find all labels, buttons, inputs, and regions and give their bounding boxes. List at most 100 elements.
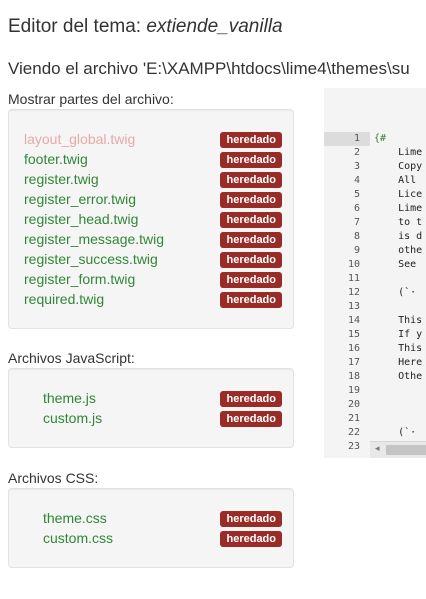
line-number: 16	[347, 343, 360, 354]
code-line[interactable]: All	[374, 174, 426, 188]
file-path-heading: Viendo el archivo 'E:\XAMPP\htdocs\lime4…	[8, 59, 410, 78]
inherited-badge: heredado	[220, 511, 282, 527]
page-title: Editor del tema: extiende_vanilla	[8, 16, 283, 38]
file-link[interactable]: custom.js	[43, 410, 102, 426]
inherited-badge: heredado	[220, 292, 282, 308]
js-files-panel: theme.js heredado custom.js heredado	[8, 368, 294, 448]
line-number: 5	[353, 189, 360, 200]
code-line[interactable]: Lime	[374, 146, 426, 160]
file-link[interactable]: theme.js	[43, 390, 96, 406]
code-line[interactable]: See	[374, 258, 426, 272]
line-number: 18	[347, 371, 360, 382]
code-line[interactable]: to t	[374, 216, 426, 230]
css-files-label: Archivos CSS:	[8, 470, 99, 486]
line-number: 9	[353, 245, 360, 256]
code-line[interactable]: (`·	[374, 426, 426, 440]
inherited-badge: heredado	[220, 272, 282, 288]
code-line[interactable]: If y	[374, 328, 426, 342]
line-number: 20	[347, 399, 360, 410]
file-row[interactable]: custom.js heredado	[24, 409, 282, 429]
code-line[interactable]: Lice	[374, 188, 426, 202]
file-link[interactable]: footer.twig	[24, 151, 88, 167]
code-line[interactable]	[374, 272, 426, 286]
line-number: 22	[347, 427, 360, 438]
scroll-left-icon[interactable]: ◂	[375, 444, 380, 454]
code-line[interactable]: is d	[374, 230, 426, 244]
code-line[interactable]	[374, 384, 426, 398]
inherited-badge: heredado	[220, 252, 282, 268]
file-row[interactable]: theme.js heredado	[24, 389, 282, 409]
inherited-badge: heredado	[220, 391, 282, 407]
file-row[interactable]: register.twig heredado	[24, 170, 282, 190]
file-link[interactable]: custom.css	[43, 530, 113, 546]
line-number: 12	[347, 287, 360, 298]
inherited-badge: heredado	[220, 212, 282, 228]
file-link[interactable]: register.twig	[24, 171, 99, 187]
file-row[interactable]: layout_global.twig heredado	[24, 130, 282, 150]
code-line[interactable]: othe	[374, 244, 426, 258]
code-line[interactable]: (`·	[374, 286, 426, 300]
code-line[interactable]: This	[374, 314, 426, 328]
line-number: 13	[347, 301, 360, 312]
line-number: 17	[347, 357, 360, 368]
horizontal-scrollbar[interactable]: ◂	[370, 441, 426, 458]
file-link[interactable]: register_message.twig	[24, 231, 164, 247]
line-number: 21	[347, 413, 360, 424]
code-editor[interactable]: 1 2 3 4 5 6 7 8 9 10 11 12 13 14 15 16 17 18 19 20 21 22 23 {#…	[324, 88, 426, 458]
file-row[interactable]: register_success.twig heredado	[24, 250, 282, 270]
inherited-badge: heredado	[220, 152, 282, 168]
line-number: 4	[353, 175, 360, 186]
code-line[interactable]: Lime	[374, 202, 426, 216]
line-number: 10	[347, 259, 360, 270]
code-line[interactable]	[374, 300, 426, 314]
line-number: 6	[353, 203, 360, 214]
file-row[interactable]: register_message.twig heredado	[24, 230, 282, 250]
line-number: 7	[353, 217, 360, 228]
line-number-gutter: 1 2 3 4 5 6 7 8 9 10 11 12 13 14 15 16 17 18 19 20 21 22 23	[324, 132, 370, 454]
file-link[interactable]: register_head.twig	[24, 211, 138, 227]
file-row[interactable]: footer.twig heredado	[24, 150, 282, 170]
code-line[interactable]: {#	[374, 132, 426, 146]
line-number: 11	[347, 273, 360, 284]
layout-files-panel: layout_global.twig heredado footer.twig her…	[8, 109, 294, 329]
line-number: 19	[347, 385, 360, 396]
line-number: 1	[324, 132, 370, 146]
inherited-badge: heredado	[220, 411, 282, 427]
css-files-panel: theme.css heredado custom.css heredado	[8, 488, 294, 568]
file-row[interactable]: required.twig heredado	[24, 290, 282, 310]
code-line[interactable]: Here	[374, 356, 426, 370]
file-link[interactable]: theme.css	[43, 510, 107, 526]
code-line[interactable]	[374, 398, 426, 412]
code-line[interactable]: Othe	[374, 370, 426, 384]
line-number: 3	[353, 161, 360, 172]
js-files-label: Archivos JavaScript:	[8, 350, 135, 366]
layout-files-label: Mostrar partes del archivo:	[8, 91, 174, 107]
inherited-badge: heredado	[220, 132, 282, 148]
inherited-badge: heredado	[220, 232, 282, 248]
file-row[interactable]: theme.css heredado	[24, 509, 282, 529]
file-row[interactable]: register_head.twig heredado	[24, 210, 282, 230]
code-line[interactable]: Copy	[374, 160, 426, 174]
file-row[interactable]: custom.css heredado	[24, 529, 282, 549]
scrollbar-thumb[interactable]	[386, 445, 426, 455]
file-link[interactable]: layout_global.twig	[24, 131, 135, 147]
line-number: 8	[353, 231, 360, 242]
title-prefix: Editor del tema:	[8, 16, 147, 37]
line-number: 23	[347, 441, 360, 452]
file-link[interactable]: register_success.twig	[24, 251, 158, 267]
inherited-badge: heredado	[220, 192, 282, 208]
line-number: 14	[347, 315, 360, 326]
code-line[interactable]: This	[374, 342, 426, 356]
line-number: 2	[353, 147, 360, 158]
code-area[interactable]: {# Lime Copy All Lice Lime to t is d oth…	[374, 132, 426, 454]
inherited-badge: heredado	[220, 531, 282, 547]
file-row[interactable]: register_form.twig heredado	[24, 270, 282, 290]
file-link[interactable]: register_form.twig	[24, 271, 135, 287]
file-row[interactable]: register_error.twig heredado	[24, 190, 282, 210]
line-number: 15	[347, 329, 360, 340]
inherited-badge: heredado	[220, 172, 282, 188]
code-line[interactable]	[374, 412, 426, 426]
file-link[interactable]: register_error.twig	[24, 191, 136, 207]
theme-name: extiende_vanilla	[146, 16, 283, 37]
file-link[interactable]: required.twig	[24, 291, 104, 307]
